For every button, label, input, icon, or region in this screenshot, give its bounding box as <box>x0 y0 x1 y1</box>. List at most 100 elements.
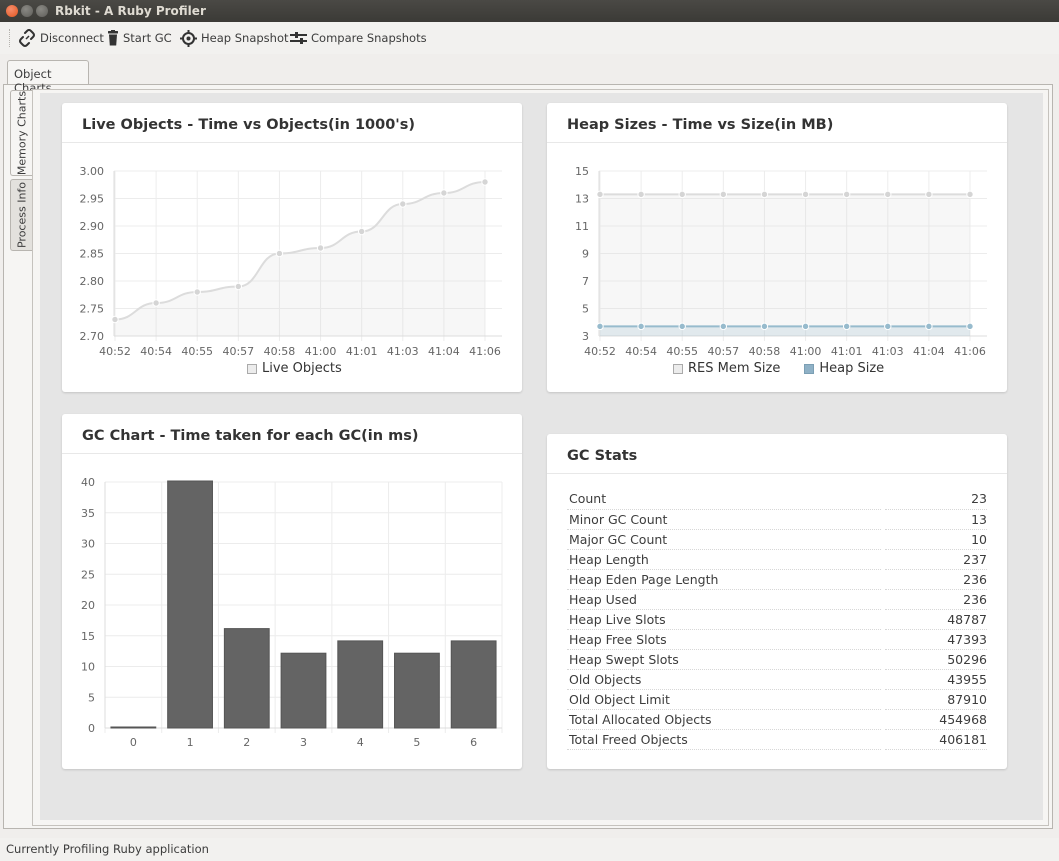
data-point <box>801 190 810 199</box>
stat-label: Heap Eden Page Length <box>567 569 882 590</box>
data-point <box>234 282 243 291</box>
bar <box>337 640 384 729</box>
data-point <box>842 322 851 331</box>
start-gc-label: Start GC <box>123 31 172 45</box>
stat-label: Old Objects <box>567 669 882 690</box>
charts-area: Live Objects - Time vs Objects(in 1000's… <box>40 93 1043 820</box>
x-tick-label: 40:54 <box>625 345 657 358</box>
gc-stats-card: GC Stats Count 23 Minor GC Count 13 Major GC… <box>547 434 1007 769</box>
stat-label: Count <box>567 489 882 510</box>
start-gc-button[interactable]: Start GC <box>107 28 172 48</box>
data-point <box>440 189 448 197</box>
stat-value: 50296 <box>885 649 987 670</box>
y-tick-label: 2.90 <box>80 220 105 233</box>
live-objects-chart: 2.70 2.75 2.80 2.85 2.90 2.95 3.00 40:52 40:54 40… <box>80 165 502 358</box>
y-tick-label: 20 <box>81 599 95 612</box>
x-tick-label: 6 <box>470 736 477 749</box>
legend-item-res-mem-size[interactable]: RES Mem Size <box>673 361 780 376</box>
series-area <box>600 326 970 336</box>
live-objects-legend: Live Objects <box>247 361 342 376</box>
y-tick-label: 15 <box>575 165 589 178</box>
stat-label: Total Freed Objects <box>567 729 882 750</box>
stat-row: Total Allocated Objects 454968 <box>567 709 987 730</box>
x-tick-label: 41:06 <box>954 345 986 358</box>
y-tick-label: 13 <box>575 193 589 206</box>
x-tick-label: 0 <box>130 736 137 749</box>
gc-stats-title: GC Stats <box>567 448 638 464</box>
x-tick-label: 5 <box>413 736 420 749</box>
heap-sizes-legend: RES Mem Size Heap Size <box>673 361 884 376</box>
heap-snapshot-button[interactable]: Heap Snapshot <box>180 28 289 48</box>
stat-value: 236 <box>885 589 987 610</box>
stat-row: Minor GC Count 13 <box>567 509 987 530</box>
data-point <box>760 190 769 199</box>
data-point <box>719 190 728 199</box>
gc-stats-table: Count 23 Minor GC Count 13 Major GC Count 10 H… <box>567 489 987 750</box>
x-tick-label: 41:01 <box>346 345 378 358</box>
crosshair-icon <box>180 29 197 47</box>
card-divider <box>547 473 1007 474</box>
compare-icon <box>290 32 307 44</box>
window-minimize-button[interactable] <box>21 5 33 17</box>
compare-snapshots-button[interactable]: Compare Snapshots <box>290 28 427 48</box>
stat-row: Old Object Limit 87910 <box>567 689 987 710</box>
stat-row: Heap Eden Page Length 236 <box>567 569 987 590</box>
bar <box>394 652 440 729</box>
toolbar: Disconnect Start GC Heap Snapshot Compar… <box>0 22 1059 54</box>
stat-label: Major GC Count <box>567 529 882 550</box>
tab-process-info[interactable]: Process Info <box>10 179 32 251</box>
x-tick-label: 40:58 <box>264 345 296 358</box>
data-point <box>760 322 769 331</box>
legend-swatch <box>804 363 815 374</box>
tab-object-charts[interactable]: Object Charts <box>7 60 89 95</box>
tab-memory-charts[interactable]: Memory Charts <box>10 90 32 176</box>
data-point <box>925 322 933 331</box>
data-point <box>596 190 604 199</box>
stat-value: 23 <box>885 489 987 510</box>
disconnect-button[interactable]: Disconnect <box>18 28 104 48</box>
data-point <box>637 322 645 331</box>
x-tick-label: 40:52 <box>99 345 131 358</box>
data-point <box>678 322 686 331</box>
stat-row: Count 23 <box>567 489 987 510</box>
y-tick-label: 2.95 <box>80 193 105 206</box>
window-maximize-button[interactable] <box>36 5 48 17</box>
tab-memory-charts-label: Memory Charts <box>15 90 28 176</box>
bar <box>450 640 497 729</box>
x-tick-label: 41:00 <box>790 345 822 358</box>
stat-row: Total Freed Objects 406181 <box>567 729 987 750</box>
stat-label: Heap Used <box>567 589 882 610</box>
y-tick-label: 5 <box>582 303 589 316</box>
data-point <box>152 299 160 307</box>
stat-row: Heap Length 237 <box>567 549 987 570</box>
stat-value: 406181 <box>885 729 987 750</box>
x-tick-label: 40:57 <box>222 345 254 358</box>
legend-label: Live Objects <box>262 361 342 376</box>
data-point <box>481 178 489 186</box>
title-bar: Rbkit - A Ruby Profiler <box>0 0 1059 22</box>
x-tick-label: 4 <box>357 736 364 749</box>
stat-value: 237 <box>885 549 987 570</box>
data-point <box>678 190 686 199</box>
data-point <box>719 322 728 331</box>
y-tick-label: 7 <box>582 275 589 288</box>
legend-item-live-objects[interactable]: Live Objects <box>247 361 342 376</box>
series-area <box>600 194 970 336</box>
stat-label: Heap Free Slots <box>567 629 882 650</box>
legend-label: Heap Size <box>819 361 885 376</box>
data-point <box>275 249 284 258</box>
x-tick-label: 3 <box>300 736 307 749</box>
legend-item-heap-size[interactable]: Heap Size <box>804 361 884 376</box>
y-tick-label: 2.75 <box>80 303 105 316</box>
x-tick-label: 40:57 <box>707 345 739 358</box>
bar <box>110 726 157 729</box>
series-area <box>115 182 485 336</box>
x-tick-label: 41:06 <box>469 345 501 358</box>
data-point <box>193 288 201 296</box>
legend-swatch <box>673 363 683 374</box>
data-point <box>966 322 974 331</box>
window-close-button[interactable] <box>6 5 18 17</box>
status-text: Currently Profiling Ruby application <box>6 842 209 856</box>
stat-label: Minor GC Count <box>567 509 882 530</box>
heap-sizes-card: Heap Sizes - Time vs Size(in MB) 3 5 7 9 11 1… <box>547 103 1007 392</box>
